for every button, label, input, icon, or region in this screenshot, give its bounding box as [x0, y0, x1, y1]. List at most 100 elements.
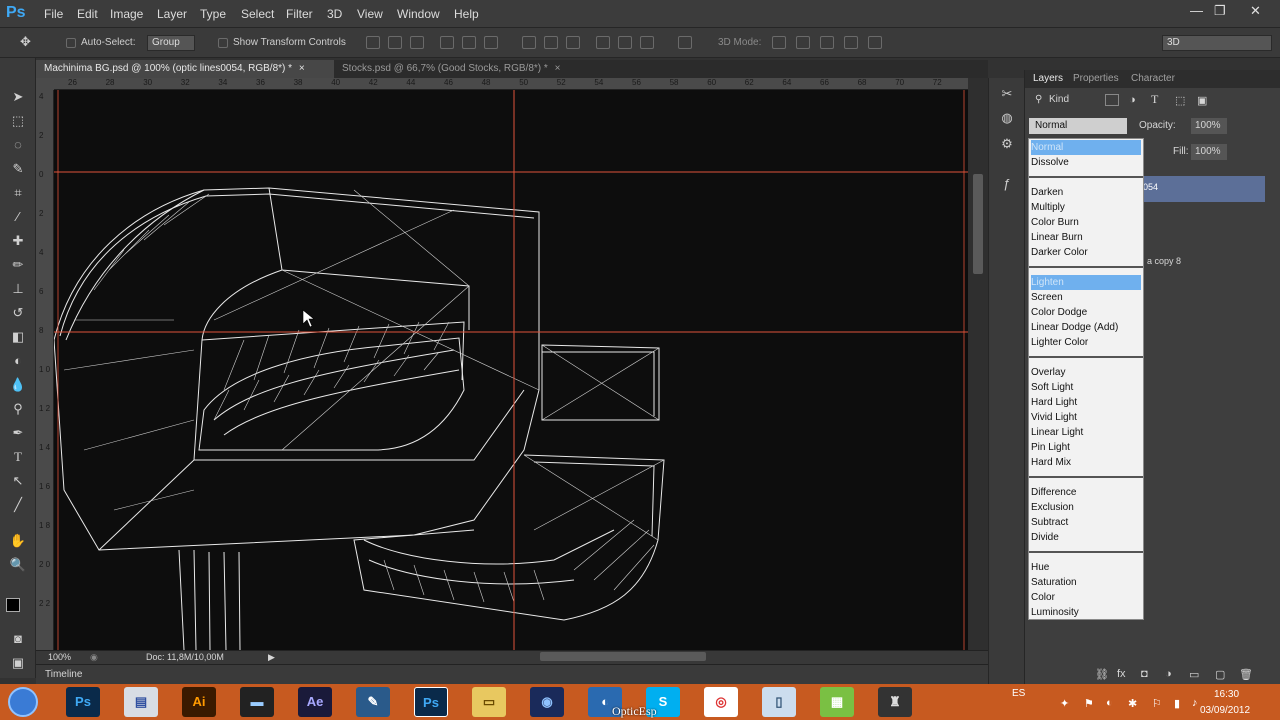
opacity-input[interactable]: 100%: [1191, 118, 1227, 134]
menu-layer[interactable]: Layer: [157, 7, 187, 21]
tab-machinima-bg[interactable]: Machinima BG.psd @ 100% (optic lines0054…: [36, 60, 334, 78]
clock-time[interactable]: 16:30: [1214, 689, 1239, 700]
align-left-icon[interactable]: [440, 36, 454, 49]
3d-pan-icon[interactable]: [820, 36, 834, 49]
add-mask-icon[interactable]: ◘: [1141, 668, 1148, 680]
menu-3d[interactable]: 3D: [327, 7, 342, 21]
tab-close-icon[interactable]: ×: [555, 63, 561, 74]
delete-layer-icon[interactable]: 🗑: [1239, 668, 1253, 681]
move-tool-icon[interactable]: ✥: [20, 34, 31, 50]
tools-icon[interactable]: ✂: [998, 86, 1016, 104]
blend-mode-option[interactable]: Pin Light: [1031, 440, 1141, 455]
adjustment-layer-icon[interactable]: ◑: [1165, 668, 1172, 680]
menu-filter[interactable]: Filter: [286, 7, 313, 21]
fill-input[interactable]: 100%: [1191, 144, 1227, 160]
blend-mode-option[interactable]: Multiply: [1031, 200, 1141, 215]
blend-mode-option[interactable]: Overlay: [1031, 365, 1141, 380]
zoom-level[interactable]: 100%: [48, 652, 71, 662]
history-icon[interactable]: ◍: [998, 110, 1016, 128]
gradient-tool-icon[interactable]: ◐: [8, 352, 28, 370]
menu-edit[interactable]: Edit: [77, 7, 98, 21]
hand-tool-icon[interactable]: ✋: [8, 532, 28, 550]
taskbar-explorer-icon[interactable]: ▤: [124, 687, 158, 717]
menu-window[interactable]: Window: [397, 7, 440, 21]
blend-mode-option[interactable]: Linear Burn: [1031, 230, 1141, 245]
filter-pixel-icon[interactable]: [1105, 94, 1119, 106]
blend-mode-option[interactable]: Linear Dodge (Add): [1031, 320, 1141, 335]
menu-help[interactable]: Help: [454, 7, 479, 21]
taskbar-notepad-icon[interactable]: ▯: [762, 687, 796, 717]
clock-date[interactable]: 03/09/2012: [1200, 705, 1250, 716]
taskbar-folder-icon[interactable]: ▭: [472, 687, 506, 717]
distribute-hcenter-icon[interactable]: [618, 36, 632, 49]
start-button[interactable]: [8, 687, 38, 717]
filter-smart-object-icon[interactable]: ▣: [1197, 94, 1207, 107]
zoom-tool-icon[interactable]: 🔍: [8, 556, 28, 574]
blend-mode-option[interactable]: Saturation: [1031, 575, 1141, 590]
line-tool-icon[interactable]: ╱: [8, 496, 28, 514]
quick-select-tool-icon[interactable]: ✎: [8, 160, 28, 178]
clone-stamp-tool-icon[interactable]: ⊥: [8, 280, 28, 298]
document-canvas[interactable]: [54, 90, 968, 650]
blend-mode-option[interactable]: Color Burn: [1031, 215, 1141, 230]
blend-mode-option[interactable]: Screen: [1031, 290, 1141, 305]
vertical-scrollbar[interactable]: [968, 78, 988, 650]
blend-mode-option[interactable]: Color Dodge: [1031, 305, 1141, 320]
taskbar-photoshop-icon[interactable]: Ps: [66, 687, 100, 717]
actions-icon[interactable]: ⚙: [998, 136, 1016, 154]
tray-network-icon[interactable]: ✦: [1060, 697, 1069, 710]
tray-alert-icon[interactable]: ✱: [1128, 697, 1137, 710]
3d-roll-icon[interactable]: [796, 36, 810, 49]
foreground-color-swatch[interactable]: [6, 598, 20, 612]
menu-type[interactable]: Type: [200, 7, 226, 21]
blend-mode-option[interactable]: Lighten: [1031, 275, 1141, 290]
blur-tool-icon[interactable]: 💧: [8, 376, 28, 394]
tray-security-icon[interactable]: ⚑: [1084, 697, 1094, 710]
properties-icon[interactable]: ƒ: [998, 176, 1016, 194]
layer-name[interactable]: a copy 8: [1147, 256, 1181, 266]
blend-mode-option[interactable]: Color: [1031, 590, 1141, 605]
blend-mode-option[interactable]: Difference: [1031, 485, 1141, 500]
menu-file[interactable]: File: [44, 7, 63, 21]
tray-flag-icon[interactable]: ⚐: [1152, 697, 1162, 710]
tab-layers[interactable]: Layers: [1033, 73, 1063, 84]
taskbar-after-effects-icon[interactable]: Ae: [298, 687, 332, 717]
pen-tool-icon[interactable]: ✒: [8, 424, 28, 442]
language-indicator[interactable]: ES: [1012, 688, 1025, 699]
align-right-icon[interactable]: [484, 36, 498, 49]
screen-mode-icon[interactable]: ▣: [8, 654, 28, 672]
auto-select-checkbox[interactable]: [66, 38, 76, 48]
distribute-top-icon[interactable]: [522, 36, 536, 49]
align-bottom-icon[interactable]: [410, 36, 424, 49]
link-layers-icon[interactable]: ⛓: [1095, 668, 1109, 681]
filter-type-icon[interactable]: T: [1151, 92, 1158, 107]
layer-style-icon[interactable]: fx: [1117, 668, 1126, 680]
blend-mode-option[interactable]: Hard Mix: [1031, 455, 1141, 470]
tab-close-icon[interactable]: ×: [299, 63, 305, 74]
new-layer-icon[interactable]: ▢: [1215, 668, 1225, 681]
tab-stocks[interactable]: Stocks.psd @ 66,7% (Good Stocks, RGB/8*)…: [334, 60, 568, 78]
blend-mode-option[interactable]: Dissolve: [1031, 155, 1141, 170]
restore-button[interactable]: ❐: [1214, 3, 1226, 19]
marquee-tool-icon[interactable]: ⬚: [8, 112, 28, 130]
taskbar-photoshop-active-icon[interactable]: Ps: [414, 687, 448, 717]
taskbar-spreadsheet-icon[interactable]: ▦: [820, 687, 854, 717]
ruler-top[interactable]: 26 28 30 32 34 36 38 40 42 44 46 48 50 52 54 56 58 60 62 64…: [54, 78, 968, 90]
path-select-tool-icon[interactable]: ↖: [8, 472, 28, 490]
3d-rotate-icon[interactable]: [772, 36, 786, 49]
menu-image[interactable]: Image: [110, 7, 143, 21]
blend-mode-option[interactable]: Soft Light: [1031, 380, 1141, 395]
taskbar-pen-app-icon[interactable]: ✎: [356, 687, 390, 717]
quick-mask-icon[interactable]: ◙: [8, 630, 28, 648]
horizontal-scroll-thumb[interactable]: [540, 652, 706, 661]
workspace-dropdown[interactable]: 3D: [1162, 35, 1272, 51]
tray-app-icon[interactable]: ◐: [1106, 697, 1113, 709]
distribute-vcenter-icon[interactable]: [544, 36, 558, 49]
eyedropper-tool-icon[interactable]: ⁄: [8, 208, 28, 226]
blend-mode-option[interactable]: Vivid Light: [1031, 410, 1141, 425]
blend-mode-option[interactable]: Luminosity: [1031, 605, 1141, 620]
blend-mode-option[interactable]: Darken: [1031, 185, 1141, 200]
show-transform-checkbox[interactable]: [218, 38, 228, 48]
taskbar-game-icon[interactable]: ♜: [878, 687, 912, 717]
move-tool-icon[interactable]: ➤: [8, 88, 28, 106]
